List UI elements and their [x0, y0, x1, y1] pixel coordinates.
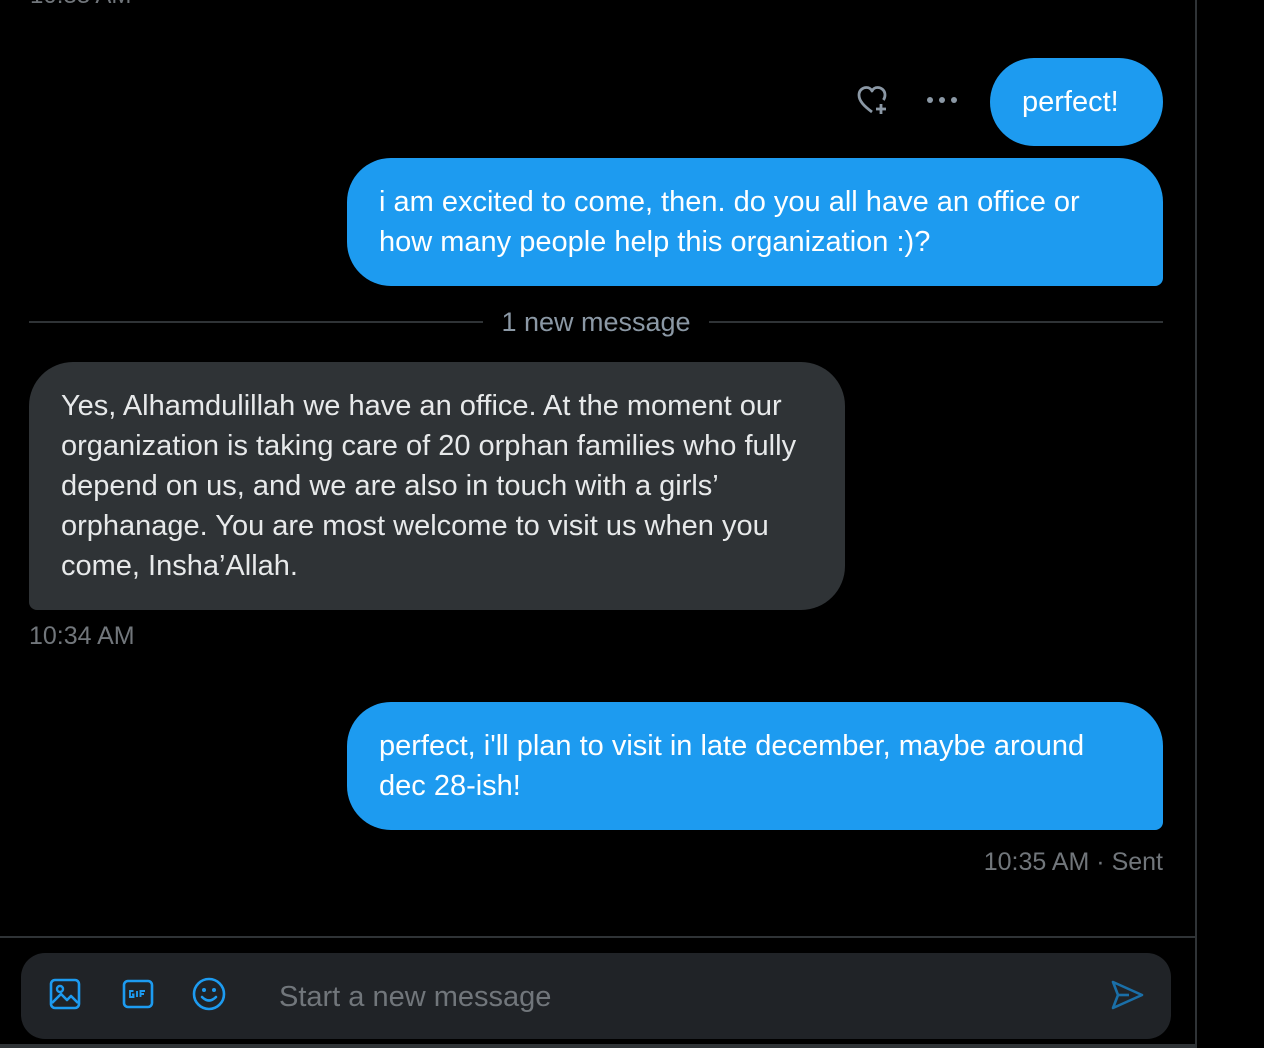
media-icon [48, 977, 82, 1016]
message-meta-sent: 10:35 AM · Sent [984, 848, 1163, 877]
composer-divider [0, 936, 1196, 938]
meta-separator: · [1096, 848, 1105, 876]
new-message-label: 1 new message [501, 306, 691, 337]
react-button[interactable] [850, 80, 894, 124]
delivery-status: Sent [1111, 848, 1163, 876]
divider-line-right [708, 321, 1164, 323]
gif-icon [121, 977, 155, 1016]
message-text: perfect, i'll plan to visit in late dece… [379, 730, 1085, 802]
column-divider [1195, 0, 1197, 1048]
message-input[interactable] [277, 971, 1081, 1023]
message-bubble-sent[interactable]: perfect! [990, 58, 1163, 146]
message-actions [850, 80, 990, 124]
more-dots-icon [924, 93, 960, 111]
message-text: i am excited to come, then. do you all h… [379, 186, 1080, 258]
emoji-icon [191, 976, 227, 1017]
dm-conversation: 10:33 AM perfect! i a [0, 0, 1264, 1048]
message-bubble-received[interactable]: Yes, Alhamdulillah we have an office. At… [29, 362, 845, 610]
bottom-border [0, 1044, 1196, 1048]
message-timestamp: 10:35 AM [983, 848, 1090, 876]
message-text: perfect! [1022, 86, 1119, 118]
send-icon [1109, 977, 1145, 1018]
message-bubble-sent[interactable]: perfect, i'll plan to visit in late dece… [347, 702, 1163, 830]
new-message-divider: 1 new message [29, 302, 1164, 342]
message-timestamp-partial: 10:33 AM [30, 0, 131, 10]
emoji-button[interactable] [189, 976, 229, 1016]
send-button[interactable] [1105, 975, 1149, 1019]
more-button[interactable] [920, 80, 964, 124]
message-bubble-sent[interactable]: i am excited to come, then. do you all h… [347, 158, 1163, 286]
media-button[interactable] [45, 976, 85, 1016]
gif-button[interactable] [118, 976, 158, 1016]
divider-line-left [29, 321, 484, 323]
message-timestamp: 10:34 AM [29, 622, 135, 650]
message-text: Yes, Alhamdulillah we have an office. At… [61, 390, 797, 582]
message-composer [21, 953, 1171, 1039]
heart-plus-icon [854, 82, 890, 123]
